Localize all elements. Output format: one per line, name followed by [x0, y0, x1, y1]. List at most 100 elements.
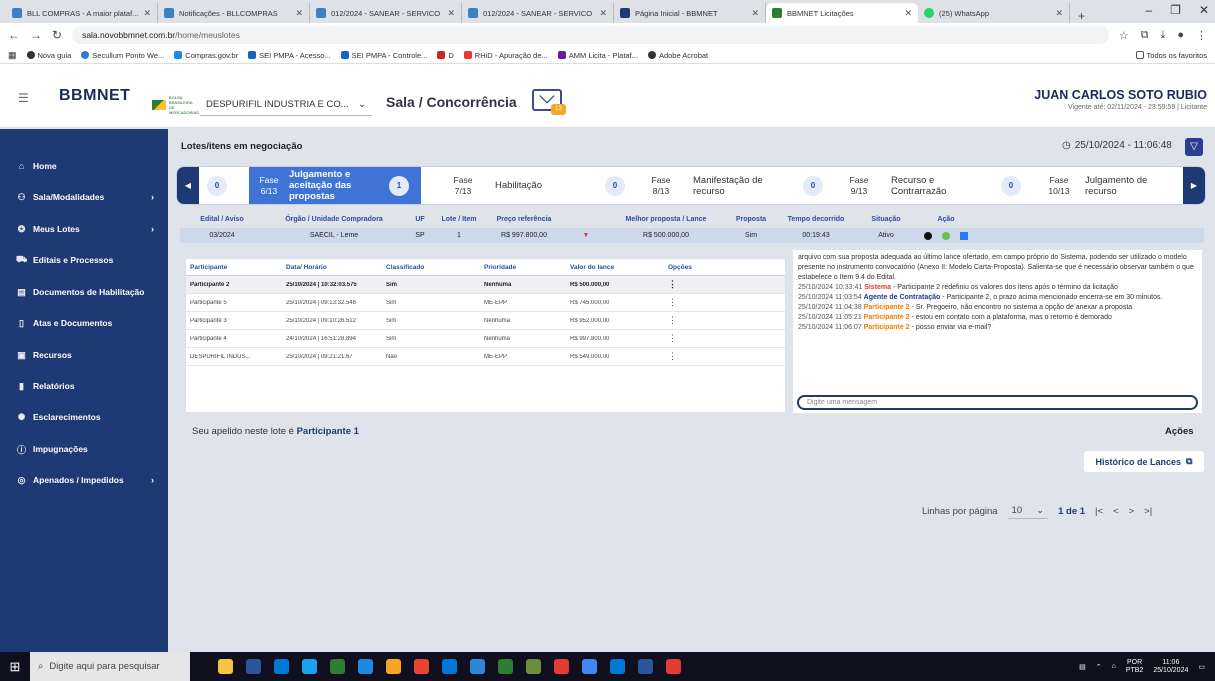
options-icon[interactable]: ⋮	[664, 351, 724, 362]
sidebar-item-esclarecimentos[interactable]: ✺ Esclarecimentos	[0, 407, 168, 427]
extensions-icon[interactable]: ⧉	[1141, 29, 1149, 42]
sidebar-item-atas[interactable]: ▯ Atas e Documentos	[0, 313, 168, 333]
taskbar-app-icon[interactable]	[470, 659, 485, 674]
taskbar-search[interactable]: ⌕ Digite aqui para pesquisar	[30, 652, 190, 681]
forward-icon[interactable]: →	[30, 28, 42, 42]
close-icon[interactable]: ✕	[599, 8, 607, 19]
taskbar-app-icon[interactable]	[218, 659, 233, 674]
download-icon[interactable]: ⤓	[1160, 29, 1165, 42]
close-icon[interactable]: ✕	[447, 8, 455, 19]
filter-button[interactable]: ▽	[1185, 138, 1203, 156]
close-icon[interactable]: ✕	[751, 8, 759, 19]
menu-icon[interactable]: ⋮	[1196, 29, 1207, 42]
phase-10[interactable]: Fase 10/13 Julgamento de recurso	[1039, 167, 1179, 204]
sidebar-item-home[interactable]: ⌂ Home	[0, 156, 168, 176]
sidebar-item-impugnacoes[interactable]: ⓘ Impugnações	[0, 439, 168, 459]
table-row[interactable]: Participante 2 25/10/2024 | 10:32:03.575…	[186, 276, 785, 294]
reload-icon[interactable]: ↻	[52, 28, 62, 42]
maximize-icon[interactable]: ❐	[1170, 3, 1181, 17]
taskbar-app-icon[interactable]	[666, 659, 681, 674]
taskbar-app-icon[interactable]	[274, 659, 289, 674]
all-bookmarks[interactable]: Todos os favoritos	[1135, 51, 1207, 60]
phase-6[interactable]: Fase 6/13 Julgamento e aceitação das prop…	[249, 167, 421, 204]
browser-tab[interactable]: Página Inicial - BBMNET ✕	[614, 3, 766, 23]
close-icon[interactable]: ✕	[904, 8, 912, 19]
sidebar-item-apenados[interactable]: ◎ Apenados / Impedidos ›	[0, 470, 168, 490]
next-phase-button[interactable]: ▶	[1183, 167, 1205, 204]
browser-tab[interactable]: BLL COMPRAS - A maior plataf... ✕	[6, 3, 158, 23]
sidebar-item-documentos-habilitacao[interactable]: ▤ Documentos de Habilitação	[0, 282, 168, 302]
tray-chevron-icon[interactable]: ⌃	[1096, 663, 1102, 671]
bookmark[interactable]: SEI PMPA - Controle...	[340, 51, 427, 60]
notifications-icon[interactable]: ▭	[1198, 663, 1205, 671]
bookmark[interactable]: Adobe Acrobat	[647, 51, 708, 60]
bookmark[interactable]: Nova guia	[26, 51, 71, 60]
chat-input[interactable]: Digite uma mensagem	[797, 395, 1198, 410]
prev-phase-button[interactable]: ◀	[177, 167, 199, 204]
prev-page-icon[interactable]: <	[1113, 506, 1119, 517]
phase-9[interactable]: Fase 9/13 Recurso e Contrarrazão 0	[839, 167, 1029, 204]
apps-icon[interactable]: ▦	[8, 50, 17, 61]
new-tab-icon[interactable]: +	[1078, 9, 1085, 23]
lot-row[interactable]: 03/2024 SAECIL - Leme SP 1 R$ 997.800,00…	[180, 228, 1204, 243]
taskbar-app-icon[interactable]	[330, 659, 345, 674]
table-row[interactable]: DESPURIFIL INDUS... 25/10/2024 | 09:21:2…	[186, 348, 785, 366]
taskbar-app-icon[interactable]	[498, 659, 513, 674]
clock-date[interactable]: 11:06 25/10/2024	[1153, 659, 1188, 675]
options-icon[interactable]: ⋮	[664, 279, 724, 290]
taskbar-app-icon[interactable]	[582, 659, 597, 674]
taskbar-app-icon[interactable]	[526, 659, 541, 674]
bookmark[interactable]: Compras.gov.br	[174, 51, 238, 60]
close-icon[interactable]: ✕	[295, 8, 303, 19]
window-close-icon[interactable]: ✕	[1199, 3, 1209, 17]
windows-start-icon[interactable]: ⊞	[0, 659, 30, 675]
bid-history-button[interactable]: Histórico de Lances ⧉	[1084, 451, 1204, 472]
sidebar-item-meus-lotes[interactable]: ❂ Meus Lotes ›	[0, 219, 168, 239]
minimize-icon[interactable]: –	[1145, 3, 1152, 17]
hamburger-menu-icon[interactable]: ☰	[18, 91, 29, 105]
options-icon[interactable]: ⋮	[664, 315, 724, 326]
table-row[interactable]: Participante 5 25/10/2024 | 09:13:32.546…	[186, 294, 785, 312]
star-icon[interactable]: ☆	[1119, 29, 1129, 42]
taskbar-app-icon[interactable]	[302, 659, 317, 674]
chat-action-icon[interactable]	[960, 231, 968, 240]
info-icon[interactable]	[924, 231, 932, 240]
options-icon[interactable]: ⋮	[664, 297, 724, 308]
taskbar-app-icon[interactable]	[414, 659, 429, 674]
browser-tab[interactable]: (25) WhatsApp ✕	[918, 3, 1070, 23]
taskbar-app-icon[interactable]	[386, 659, 401, 674]
url-input[interactable]: sala.novobbmnet.com.br/home/meuslotes	[72, 26, 1109, 44]
bookmark[interactable]: SEI PMPA - Acesso...	[248, 51, 331, 60]
taskbar-app-icon[interactable]	[610, 659, 625, 674]
taskbar-app-icon[interactable]	[358, 659, 373, 674]
taskbar-app-icon[interactable]	[638, 659, 653, 674]
browser-tab[interactable]: 012/2024 - SANEAR - SERVICO ✕	[462, 3, 614, 23]
taskbar-app-icon[interactable]	[554, 659, 569, 674]
clock-action-icon[interactable]	[942, 231, 950, 240]
bookmark[interactable]: Secullum Ponto We...	[81, 51, 164, 60]
keyboard-icon[interactable]: ▤	[1079, 663, 1086, 671]
sidebar-item-editais[interactable]: ⛟ Editais e Processos	[0, 250, 168, 270]
taskbar-app-icon[interactable]	[246, 659, 261, 674]
bookmark[interactable]: AMM Licita - Plataf...	[557, 51, 638, 60]
next-page-icon[interactable]: >	[1129, 506, 1135, 517]
close-icon[interactable]: ✕	[1055, 8, 1063, 19]
sidebar-item-sala-modalidades[interactable]: ⚇ Sala/Modalidades ›	[0, 187, 168, 207]
options-icon[interactable]: ⋮	[664, 333, 724, 344]
sidebar-item-recursos[interactable]: ▣ Recursos	[0, 345, 168, 365]
phase-7[interactable]: Fase 7/13 Habilitação 0	[443, 167, 633, 204]
rows-per-page-select[interactable]: 10 ⌄	[1007, 503, 1049, 519]
bookmark[interactable]: D	[437, 51, 454, 60]
table-row[interactable]: Participante 3 25/10/2024 | 09:10:26.512…	[186, 312, 785, 330]
network-icon[interactable]: ⌂	[1112, 663, 1116, 670]
company-select[interactable]: DESPURIFIL INDUSTRIA E CO... ⌄	[200, 94, 372, 116]
phase-8[interactable]: Fase 8/13 Manifestação de recurso 0	[641, 167, 831, 204]
profile-icon[interactable]: ●	[1177, 29, 1184, 42]
browser-tab[interactable]: Notificações - BLLCOMPRAS ✕	[158, 3, 310, 23]
bookmark[interactable]: RHiD - Apuração de...	[463, 51, 548, 60]
last-page-icon[interactable]: >|	[1144, 506, 1152, 517]
browser-tab-active[interactable]: BBMNET Licitações ✕	[766, 3, 918, 23]
close-icon[interactable]: ✕	[143, 8, 151, 19]
sidebar-item-relatorios[interactable]: ▮ Relatórios	[0, 376, 168, 396]
taskbar-app-icon[interactable]	[442, 659, 457, 674]
